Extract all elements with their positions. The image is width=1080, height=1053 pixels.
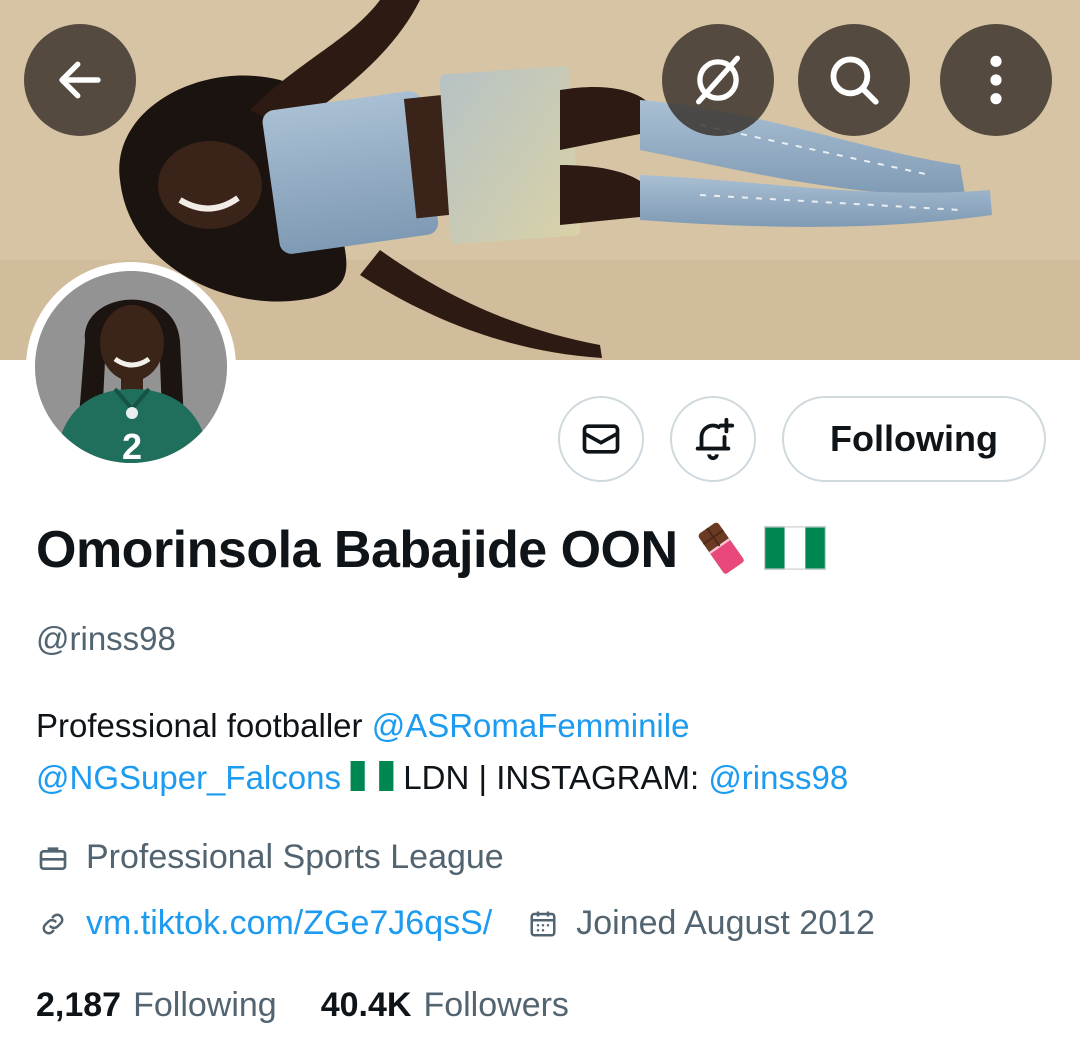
envelope-icon [582,424,620,454]
profile-website-link[interactable]: vm.tiktok.com/ZGe7J6qsS/ [86,904,492,943]
avatar-jersey-number: 2 [122,426,142,463]
search-icon [830,56,879,105]
followers-count: 40.4K [320,986,412,1024]
following-count: 2,187 [36,986,122,1024]
notifications-button[interactable] [670,396,756,482]
grok-button[interactable] [662,24,774,136]
more-vertical-icon [990,55,1002,105]
following-button[interactable]: Following [782,396,1046,482]
more-button[interactable] [940,24,1052,136]
grok-icon [696,55,740,105]
category-row: Professional Sports League [36,838,504,877]
follow-stats: 2,187 Following 40.4K Followers [36,986,613,1025]
bio-text-location: LDN | INSTAGRAM: [394,759,709,796]
profile-avatar[interactable]: 2 [26,262,236,472]
search-button[interactable] [798,24,910,136]
display-name: Omorinsola Babajide OON [36,521,678,579]
avatar-image: 2 [35,271,227,463]
link-joined-row: vm.tiktok.com/ZGe7J6qsS/ Joined August 2… [36,904,875,943]
nigeria-flag-emoji [350,754,394,806]
link-icon [36,907,70,941]
bell-plus-icon [695,417,735,461]
bio-mention-instagram[interactable]: @rinss98 [708,759,848,796]
bio-text: Professional footballer [36,707,372,744]
chocolate-bar-emoji [692,519,750,582]
calendar-icon [526,907,560,941]
briefcase-icon [36,841,70,875]
profile-category: Professional Sports League [86,838,504,876]
profile-handle: @rinss98 [36,620,176,657]
bio-mention-ngsuper-falcons[interactable]: @NGSuper_Falcons [36,759,341,796]
bio-mention-asroma[interactable]: @ASRomaFemminile [372,707,690,744]
message-button[interactable] [558,396,644,482]
profile-joined-date: Joined August 2012 [576,904,875,942]
back-button[interactable] [24,24,136,136]
following-label: Following [133,986,277,1024]
following-stat[interactable]: 2,187 Following [36,986,277,1025]
name-row: Omorinsola Babajide OON [36,518,826,582]
followers-stat[interactable]: 40.4K Followers [321,986,569,1025]
arrow-left-icon [59,61,101,99]
profile-bio: Professional footballer @ASRomaFemminile… [36,700,1036,806]
nigeria-flag-emoji [763,525,826,575]
followers-label: Followers [423,986,569,1024]
